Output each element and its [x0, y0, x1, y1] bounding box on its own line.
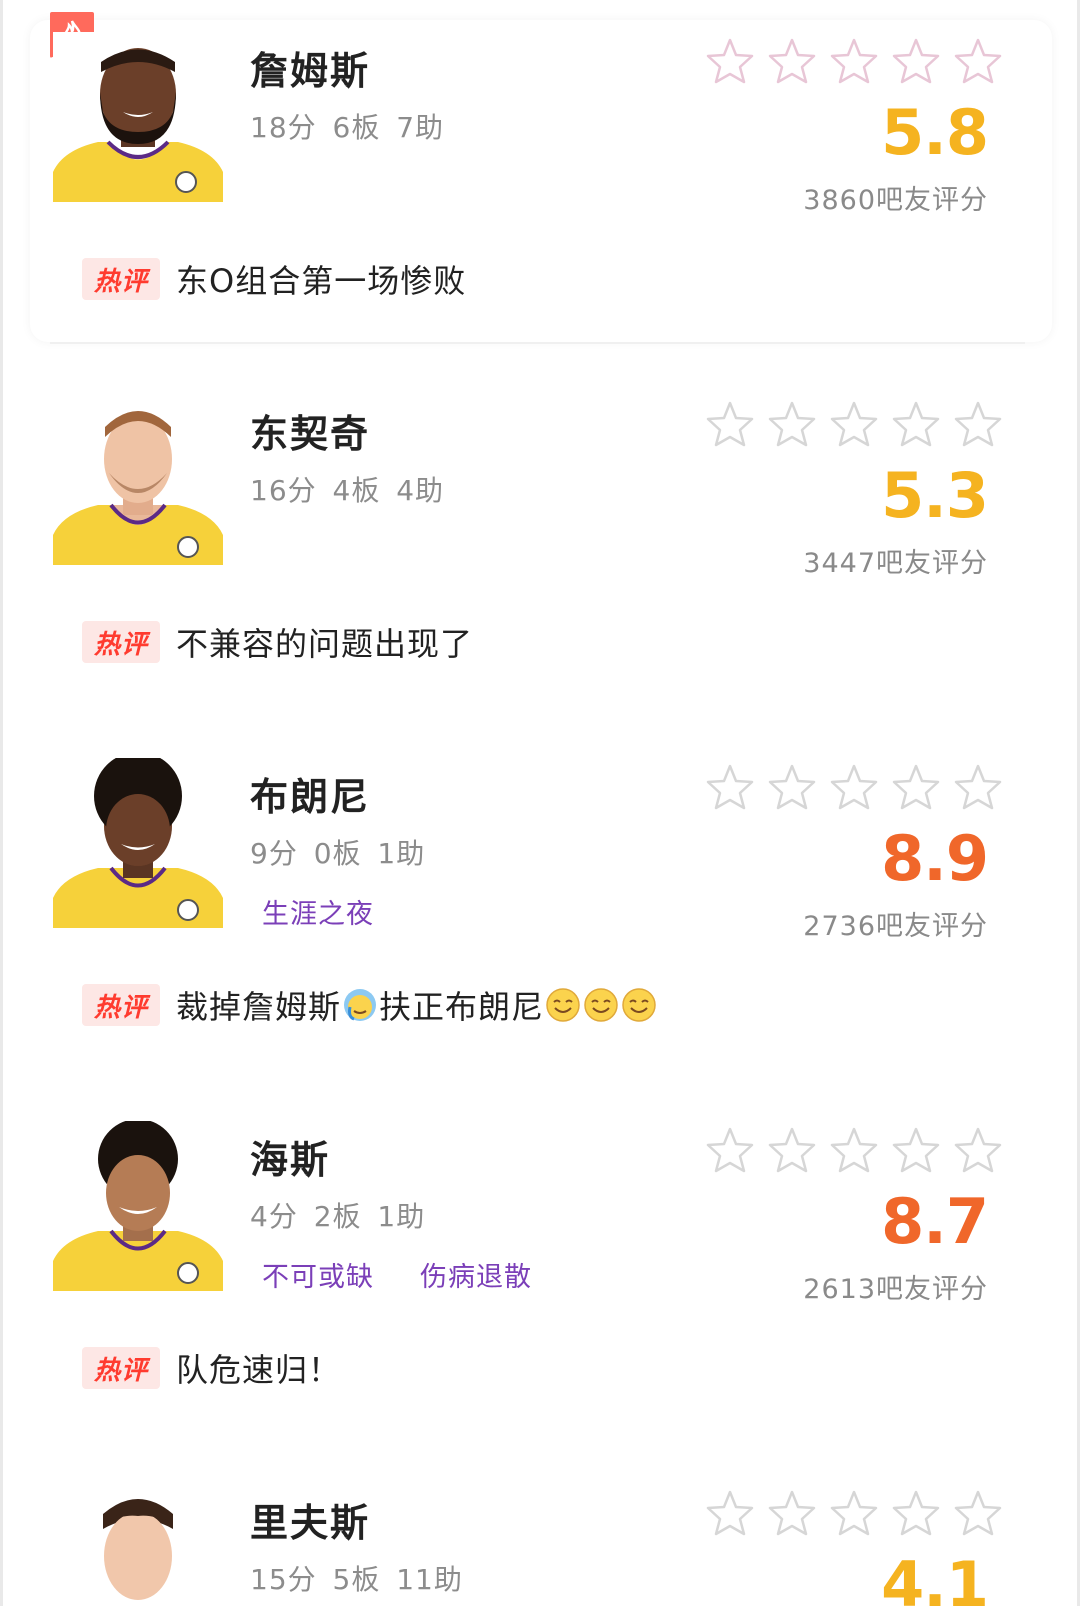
- rating-stars[interactable]: [706, 401, 1002, 447]
- player-score: 5.8: [881, 96, 989, 169]
- star-icon[interactable]: [830, 401, 878, 447]
- star-icon[interactable]: [892, 1127, 940, 1173]
- player-row[interactable]: 里夫斯 15分 5板 11助 4.1: [0, 1452, 1080, 1606]
- star-icon[interactable]: [830, 1490, 878, 1536]
- player-stats: 18分 6板 7助: [250, 111, 445, 144]
- rating-stars[interactable]: [706, 1490, 1002, 1536]
- player-tags: 生涯之夜: [262, 892, 374, 931]
- player-name: 布朗尼: [250, 775, 371, 819]
- hot-comment-text: 东O组合第一场惨败: [176, 262, 467, 300]
- star-icon[interactable]: [892, 401, 940, 447]
- rating-stars[interactable]: [706, 1127, 1002, 1173]
- player-stats: 9分 0板 1助: [250, 837, 426, 870]
- player-row[interactable]: 布朗尼 9分 0板 1助 生涯之夜 8.9 2736吧友评分 热评 裁掉詹姆斯 …: [0, 726, 1080, 1086]
- star-icon[interactable]: [892, 1490, 940, 1536]
- star-icon[interactable]: [706, 1490, 754, 1536]
- player-name: 东契奇: [250, 412, 371, 456]
- player-name: 里夫斯: [250, 1501, 371, 1545]
- player-tags: 不可或缺 伤病退散: [262, 1255, 532, 1294]
- player-row[interactable]: 东契奇 16分 4板 4助 5.3 3447吧友评分 热评 不兼容的问题出现了: [0, 363, 1080, 723]
- star-icon[interactable]: [830, 764, 878, 810]
- player-avatar[interactable]: [53, 758, 223, 928]
- rating-stars[interactable]: [706, 38, 1002, 84]
- hot-comment-badge: 热评: [82, 984, 160, 1026]
- star-icon[interactable]: [954, 1127, 1002, 1173]
- player-tag[interactable]: 生涯之夜: [262, 892, 374, 931]
- hot-comment-badge: 热评: [82, 1347, 160, 1389]
- player-score: 8.9: [881, 822, 989, 895]
- player-score: 8.7: [881, 1185, 989, 1258]
- star-icon[interactable]: [892, 38, 940, 84]
- hot-comment[interactable]: 热评 裁掉詹姆斯 扶正布朗尼: [82, 982, 658, 1028]
- hot-comment-text: 队危速归！: [176, 1351, 342, 1389]
- rating-stars[interactable]: [706, 764, 1002, 810]
- smile-emoji-icon: [584, 988, 618, 1022]
- smile-emoji-icon: [622, 988, 656, 1022]
- star-icon[interactable]: [954, 38, 1002, 84]
- rater-count: 3860吧友评分: [803, 185, 988, 216]
- hot-comment-part: 扶正布朗尼: [379, 988, 545, 1026]
- hot-comment[interactable]: 热评 东O组合第一场惨败: [82, 256, 466, 302]
- star-icon[interactable]: [768, 38, 816, 84]
- player-avatar[interactable]: [53, 1121, 223, 1291]
- star-icon[interactable]: [706, 764, 754, 810]
- star-icon[interactable]: [830, 38, 878, 84]
- player-tag[interactable]: 伤病退散: [420, 1255, 532, 1294]
- star-icon[interactable]: [768, 401, 816, 447]
- player-row[interactable]: 海斯 4分 2板 1助 不可或缺 伤病退散 8.7 2613吧友评分 热评 队危…: [0, 1089, 1080, 1449]
- rater-count: 2736吧友评分: [803, 911, 988, 942]
- star-icon[interactable]: [954, 764, 1002, 810]
- star-icon[interactable]: [892, 764, 940, 810]
- player-score: 4.1: [881, 1548, 989, 1606]
- star-icon[interactable]: [706, 38, 754, 84]
- rater-count: 2613吧友评分: [803, 1274, 988, 1305]
- star-icon[interactable]: [830, 1127, 878, 1173]
- hot-comment[interactable]: 热评 队危速归！: [82, 1345, 341, 1391]
- star-icon[interactable]: [768, 764, 816, 810]
- player-name: 海斯: [250, 1138, 331, 1182]
- player-avatar[interactable]: [53, 395, 223, 565]
- star-icon[interactable]: [954, 1490, 1002, 1536]
- hot-comment[interactable]: 热评 不兼容的问题出现了: [82, 619, 473, 665]
- player-row[interactable]: 詹姆斯 18分 6板 7助 5.8 3860吧友评分 热评 东O组合第一场惨败: [0, 0, 1080, 360]
- player-score: 5.3: [881, 459, 989, 532]
- player-stats: 15分 5板 11助: [250, 1563, 463, 1596]
- hot-comment-text: 不兼容的问题出现了: [176, 625, 474, 663]
- star-icon[interactable]: [954, 401, 1002, 447]
- player-stats: 16分 4板 4助: [250, 474, 445, 507]
- star-icon[interactable]: [768, 1127, 816, 1173]
- hot-comment-part: 裁掉詹姆斯: [176, 988, 342, 1026]
- player-stats: 4分 2板 1助: [250, 1200, 426, 1233]
- star-icon[interactable]: [706, 401, 754, 447]
- star-icon[interactable]: [706, 1127, 754, 1173]
- star-icon[interactable]: [768, 1490, 816, 1536]
- hot-comment-text: 裁掉詹姆斯 扶正布朗尼: [176, 982, 658, 1028]
- player-avatar[interactable]: [53, 1484, 223, 1606]
- player-name: 詹姆斯: [250, 49, 371, 93]
- player-tag[interactable]: 不可或缺: [262, 1255, 374, 1294]
- hot-comment-badge: 热评: [82, 258, 160, 300]
- smile-emoji-icon: [546, 988, 580, 1022]
- hot-comment-badge: 热评: [82, 621, 160, 663]
- player-avatar[interactable]: [53, 32, 223, 202]
- crying-emoji-icon: [344, 989, 377, 1021]
- rater-count: 3447吧友评分: [803, 548, 988, 579]
